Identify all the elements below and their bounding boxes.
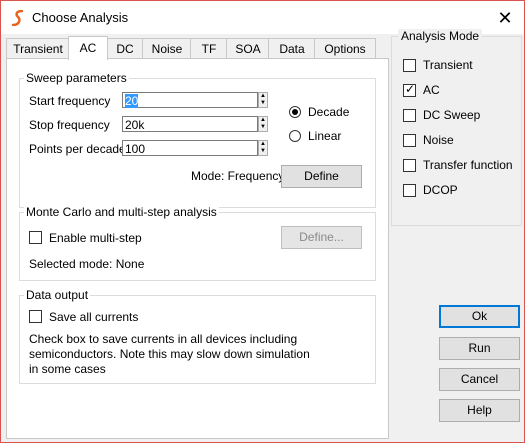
data-output-label: Data output — [24, 288, 91, 302]
data-output-note: Check box to save currents in all device… — [29, 332, 369, 377]
start-frequency-input[interactable]: 20 — [122, 92, 258, 108]
multi-step-define-button[interactable]: Define... — [281, 226, 362, 249]
run-button[interactable]: Run — [439, 337, 520, 360]
tab-options[interactable]: Options — [314, 38, 376, 59]
mode-transfer-function-label: Transfer function — [423, 158, 513, 172]
start-frequency-value: 20 — [125, 94, 139, 108]
monte-carlo-label: Monte Carlo and multi-step analysis — [24, 205, 219, 219]
data-output-note-line: semiconductors. Note this may slow down … — [29, 347, 310, 361]
tab-soa[interactable]: SOA — [226, 38, 270, 59]
start-frequency-label: Start frequency — [29, 94, 111, 108]
points-per-decade-input[interactable]: 100 — [122, 140, 258, 156]
spin-up-icon[interactable]: ▲ — [259, 93, 267, 100]
mode-dc-sweep-label: DC Sweep — [423, 108, 481, 122]
ac-tab-panel: Sweep parameters Start frequency 20 ▲ ▼ S… — [6, 58, 389, 439]
linear-radio[interactable] — [289, 130, 301, 142]
points-per-decade-label: Points per decade — [29, 142, 126, 156]
spin-down-icon[interactable]: ▼ — [259, 148, 267, 155]
analysis-mode-title: Analysis Mode — [398, 29, 483, 43]
data-output-note-line: in some cases — [29, 362, 106, 376]
tab-transient[interactable]: Transient — [6, 38, 70, 59]
enable-multi-step-label: Enable multi-step — [49, 231, 142, 245]
linear-label: Linear — [308, 129, 342, 143]
mode-ac-label: AC — [423, 83, 440, 97]
mode-ac-checkbox[interactable]: ✓ — [403, 82, 416, 97]
save-all-currents-label: Save all currents — [49, 310, 139, 324]
mode-transient-label: Transient — [423, 58, 473, 72]
stop-frequency-spinner[interactable]: ▲ ▼ — [258, 116, 268, 132]
mode-transient-checkbox[interactable] — [403, 59, 416, 72]
mode-noise-checkbox[interactable] — [403, 134, 416, 147]
cancel-button[interactable]: Cancel — [439, 368, 520, 391]
spin-down-icon[interactable]: ▼ — [259, 124, 267, 131]
data-output-note-line: Check box to save currents in all device… — [29, 332, 298, 346]
save-all-currents-checkbox[interactable] — [29, 310, 42, 323]
help-button[interactable]: Help — [439, 399, 520, 422]
stop-frequency-label: Stop frequency — [29, 118, 110, 132]
window-title: Choose Analysis — [32, 10, 129, 25]
tab-tf[interactable]: TF — [190, 38, 228, 59]
stop-frequency-input[interactable]: 20k — [122, 116, 258, 132]
points-per-decade-spinner[interactable]: ▲ ▼ — [258, 140, 268, 156]
tab-data[interactable]: Data — [268, 38, 316, 59]
ok-button[interactable]: Ok — [439, 305, 520, 328]
radio-selected-dot — [292, 109, 298, 115]
mode-dcop-checkbox[interactable] — [403, 184, 416, 197]
sweep-define-button[interactable]: Define — [281, 165, 362, 188]
simetrix-logo-icon — [11, 10, 24, 26]
spin-up-icon[interactable]: ▲ — [259, 141, 267, 148]
mode-noise-label: Noise — [423, 133, 454, 147]
start-frequency-spinner[interactable]: ▲ ▼ — [258, 92, 268, 108]
choose-analysis-dialog: Choose Analysis ✕ Transient AC DC Noise … — [0, 0, 525, 443]
mode-transfer-function-checkbox[interactable] — [403, 159, 416, 172]
spin-up-icon[interactable]: ▲ — [259, 117, 267, 124]
spin-down-icon[interactable]: ▼ — [259, 100, 267, 107]
decade-label: Decade — [308, 105, 350, 119]
mode-dc-sweep-checkbox[interactable] — [403, 109, 416, 122]
enable-multi-step-checkbox[interactable] — [29, 231, 42, 244]
sweep-parameters-label: Sweep parameters — [24, 71, 129, 85]
decade-radio[interactable] — [289, 106, 301, 118]
tab-dc[interactable]: DC — [106, 38, 144, 59]
tab-noise[interactable]: Noise — [142, 38, 192, 59]
selected-mode-text: Selected mode: None — [29, 257, 145, 271]
sweep-mode-text: Mode: Frequency — [191, 169, 285, 183]
tab-ac[interactable]: AC — [68, 36, 108, 60]
checkmark-icon: ✓ — [405, 82, 416, 96]
close-icon[interactable]: ✕ — [487, 4, 523, 32]
mode-dcop-label: DCOP — [423, 183, 458, 197]
